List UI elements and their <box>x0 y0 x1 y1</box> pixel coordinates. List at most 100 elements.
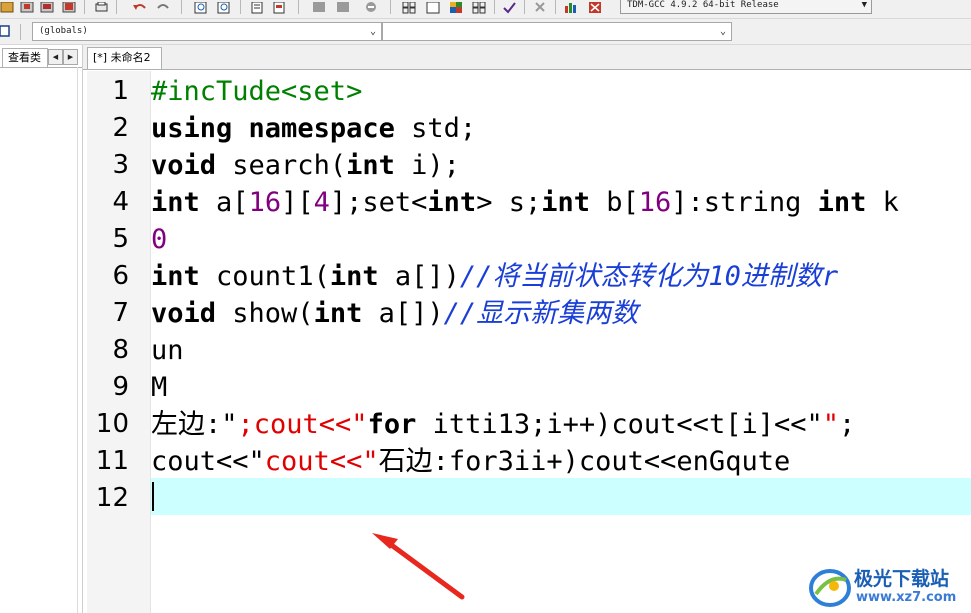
code-text: ]:string <box>671 187 818 218</box>
class-browser-icon[interactable] <box>449 0 464 13</box>
code-text: ][ <box>281 187 314 218</box>
toolbar-separator <box>524 0 525 14</box>
line-number: 7 <box>112 298 129 328</box>
compile-icon[interactable] <box>0 0 15 13</box>
line-number-gutter: 1 2 3 4 5 6 7 8 9 10 11 12 <box>87 71 151 613</box>
goto-bookmark-icon[interactable] <box>336 0 351 13</box>
number-literal: 16 <box>638 187 672 218</box>
code-text: ; <box>839 409 856 440</box>
find-icon[interactable] <box>194 0 209 14</box>
code-line-9: M <box>151 369 167 406</box>
annotation-arrow-icon <box>372 533 465 600</box>
code-text: k <box>866 187 899 218</box>
project-options-icon[interactable] <box>426 0 441 14</box>
chevron-down-icon: ▼ <box>861 0 867 10</box>
toolbar-separator <box>84 0 85 14</box>
panel-divider <box>77 67 78 613</box>
toolbar-separator <box>181 0 182 14</box>
code-text: a[ <box>199 187 249 218</box>
toolbar-separator <box>494 0 495 14</box>
tab-scroll-right-button[interactable]: ▶ <box>63 49 78 65</box>
redo-icon[interactable] <box>156 0 171 13</box>
watermark-url: www.xz7.com <box>856 590 957 605</box>
code-text: count1( <box>199 261 330 292</box>
profile-icon[interactable] <box>588 0 603 13</box>
string-literal: " <box>822 409 839 440</box>
code-text: i); <box>394 150 460 181</box>
undo-icon[interactable] <box>132 0 147 13</box>
keyword: for <box>367 409 417 440</box>
number-literal: 16 <box>248 187 282 218</box>
toolbar-separator <box>20 24 21 40</box>
tools-icon[interactable] <box>472 0 487 14</box>
stop-icon[interactable] <box>364 0 379 13</box>
line-number: 2 <box>112 113 129 143</box>
toolbar-separator <box>298 0 299 14</box>
keyword: int <box>817 187 867 218</box>
tab-untitled2[interactable]: [*] 未命名2 <box>87 47 162 70</box>
replace-icon[interactable] <box>217 0 232 14</box>
toolbar-separator <box>240 0 241 14</box>
code-text: M <box>151 372 168 403</box>
code-text: a[]) <box>362 298 444 329</box>
watermark-logo-icon <box>809 569 851 607</box>
find-next-icon[interactable] <box>250 0 265 14</box>
code-line-6: int count1(int a[])//将当前状态转化为10进制数r <box>151 258 838 295</box>
toolbar-separator <box>390 0 391 14</box>
new-project-icon[interactable] <box>402 0 417 14</box>
close-icon[interactable] <box>533 0 548 13</box>
code-text: ];set< <box>329 187 428 218</box>
code-line-8: un <box>151 332 184 369</box>
code-line-7: void show(int a[])//显示新集两数 <box>151 295 638 332</box>
keyword: int <box>329 261 379 292</box>
tab-scroll-left-button[interactable]: ◀ <box>48 49 63 65</box>
chart-icon[interactable] <box>564 0 579 13</box>
keyword: int <box>541 187 590 218</box>
code-line-2: using namespace std; <box>151 110 476 147</box>
string-literal: cout<<" <box>264 446 379 477</box>
code-text: std; <box>394 113 477 144</box>
toggle-bookmark-icon[interactable] <box>312 0 327 13</box>
keyword: int <box>151 261 200 292</box>
compiler-select[interactable]: TDM-GCC 4.9.2 64-bit Release ▼ <box>620 0 872 14</box>
current-line-highlight <box>151 478 971 515</box>
scope-select-value: (globals) <box>39 26 88 36</box>
chevron-down-icon: ⌄ <box>369 26 376 37</box>
keyword: int <box>346 150 395 181</box>
code-text: 石边:for3ii+)cout<<enGqute <box>378 446 791 477</box>
watermark-title: 极光下载站 <box>854 568 950 590</box>
keyword: namespace <box>248 113 395 144</box>
run-icon[interactable] <box>20 0 35 13</box>
scope-select[interactable]: (globals) ⌄ <box>32 22 382 41</box>
code-text: b[ <box>590 187 639 218</box>
code-editor[interactable]: #incTude<set> using namespace std; void … <box>151 71 971 613</box>
line-number: 8 <box>112 335 129 365</box>
watermark: 极光下载站 www.xz7.com <box>806 562 971 613</box>
code-line-5: 0 <box>151 221 167 258</box>
line-number: 11 <box>95 446 129 476</box>
tab-class-browser[interactable]: 查看类 <box>2 48 48 67</box>
left-panel: 查看类 ◀ ▶ <box>0 45 83 613</box>
compile-run-icon[interactable] <box>40 0 55 13</box>
code-line-3: void search(int i); <box>151 147 460 184</box>
keyword: int <box>427 187 477 218</box>
line-number: 4 <box>112 187 129 217</box>
line-number: 10 <box>95 409 129 439</box>
print-icon[interactable] <box>94 0 109 13</box>
code-line-1: #incTude<set> <box>151 73 362 110</box>
editor-tabbar: [*] 未命名2 <box>83 45 971 70</box>
code-comment: //将当前状态转化为10进制数r <box>459 261 839 292</box>
tab-untitled2-label: [*] 未命名2 <box>93 51 151 64</box>
keyword: using <box>151 113 233 144</box>
compiler-select-value: TDM-GCC 4.9.2 64-bit Release <box>627 0 779 10</box>
check-syntax-icon[interactable] <box>502 0 517 14</box>
line-number: 5 <box>112 224 129 254</box>
goto-line-icon[interactable] <box>272 0 287 14</box>
preprocessor-directive: #incTude<set> <box>151 76 363 107</box>
member-select[interactable]: ⌄ <box>382 22 732 41</box>
number-literal: 4 <box>313 187 330 218</box>
rebuild-icon[interactable] <box>62 0 77 13</box>
code-line-4: int a[16][4];set<int> s;int b[16]:string… <box>151 184 899 221</box>
window-list-icon[interactable] <box>0 23 12 40</box>
